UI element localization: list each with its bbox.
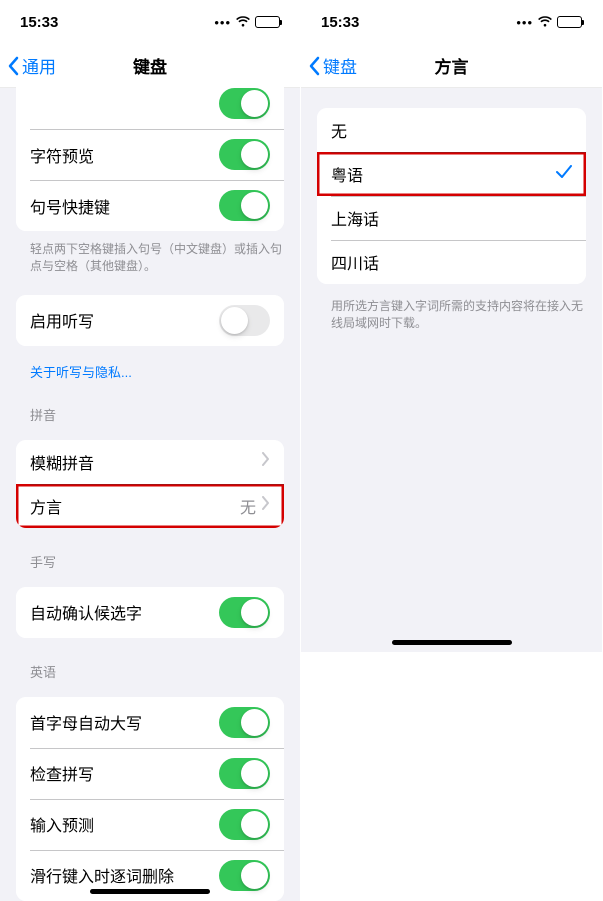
row-label: 方言	[30, 494, 240, 518]
group-header-english: 英语	[0, 648, 300, 687]
left-phone-screen: 15:33 ••• 通用 键盘 字符预览 句号快捷键	[0, 0, 301, 901]
cellular-dots-icon: •••	[516, 15, 533, 30]
dialect-option-sichuanese[interactable]: 四川话	[317, 240, 586, 284]
toggle-switch[interactable]	[219, 305, 270, 336]
settings-content: 字符预览 句号快捷键 轻点两下空格键插入句号（中文键盘）或插入句点与空格（其他键…	[0, 78, 300, 901]
back-label: 键盘	[323, 53, 357, 78]
status-icons: •••	[214, 15, 280, 30]
row-value: 无	[240, 494, 256, 518]
cellular-dots-icon: •••	[214, 15, 231, 30]
toggle-switch[interactable]	[219, 88, 270, 119]
status-icons: •••	[516, 15, 582, 30]
row-label: 滑行键入时逐词删除	[30, 863, 219, 887]
dialect-option-none[interactable]: 无	[317, 108, 586, 152]
wifi-icon	[537, 16, 553, 28]
footnote: 用所选方言键入字词所需的支持内容将在接入无线局域网时下载。	[301, 292, 602, 342]
period-shortcut-row[interactable]: 句号快捷键	[16, 180, 284, 231]
row-label: 输入预测	[30, 812, 219, 836]
right-phone-screen: 15:33 ••• 键盘 方言 无 粤语 上海话 四川话	[301, 0, 602, 652]
back-label: 通用	[22, 53, 56, 78]
footnote: 轻点两下空格键插入句号（中文键盘）或插入句点与空格（其他键盘）。	[0, 235, 300, 285]
toggle-switch[interactable]	[219, 597, 270, 628]
status-bar: 15:33 •••	[0, 0, 300, 44]
char-preview-row[interactable]: 字符预览	[16, 129, 284, 180]
chevron-left-icon	[309, 56, 321, 76]
option-label: 上海话	[331, 206, 572, 230]
dialect-row[interactable]: 方言 无	[16, 484, 284, 528]
dialect-content: 无 粤语 上海话 四川话 用所选方言键入字词所需的支持内容将在接入无线局域网时下…	[301, 88, 602, 652]
toggle-switch[interactable]	[219, 809, 270, 840]
battery-icon	[255, 16, 280, 28]
group-header-pinyin: 拼音	[0, 391, 300, 430]
dialect-option-cantonese[interactable]: 粤语	[317, 152, 586, 196]
page-title: 键盘	[133, 53, 167, 78]
dictation-row[interactable]: 启用听写	[16, 295, 284, 346]
nav-bar: 键盘 方言	[301, 44, 602, 88]
wifi-icon	[235, 16, 251, 28]
chevron-right-icon	[262, 452, 270, 471]
option-label: 粤语	[331, 162, 556, 186]
home-indicator[interactable]	[90, 889, 210, 894]
prediction-row[interactable]: 输入预测	[16, 799, 284, 850]
privacy-link[interactable]: 关于听写与隐私...	[0, 356, 300, 391]
check-icon	[556, 165, 572, 184]
battery-icon	[557, 16, 582, 28]
toggle-switch[interactable]	[219, 707, 270, 738]
option-label: 四川话	[331, 250, 572, 274]
chevron-right-icon	[262, 496, 270, 515]
toggle-switch[interactable]	[219, 758, 270, 789]
option-label: 无	[331, 118, 572, 142]
auto-confirm-row[interactable]: 自动确认候选字	[16, 587, 284, 638]
row-label: 启用听写	[30, 308, 219, 332]
status-time: 15:33	[20, 14, 58, 31]
group-header-handwrite: 手写	[0, 538, 300, 577]
status-bar: 15:33 •••	[301, 0, 602, 44]
row-label: 检查拼写	[30, 761, 219, 785]
row-label: 自动确认候选字	[30, 600, 219, 624]
chevron-left-icon	[8, 56, 20, 76]
spell-check-row[interactable]: 检查拼写	[16, 748, 284, 799]
back-button[interactable]: 通用	[8, 53, 56, 78]
home-indicator[interactable]	[392, 640, 512, 645]
row-label: 首字母自动大写	[30, 710, 219, 734]
row-label: 模糊拼音	[30, 450, 262, 474]
status-time: 15:33	[321, 14, 359, 31]
row-label: 字符预览	[30, 143, 219, 167]
toggle-switch[interactable]	[219, 190, 270, 221]
partial-row[interactable]	[16, 78, 284, 129]
fuzzy-pinyin-row[interactable]: 模糊拼音	[16, 440, 284, 484]
toggle-switch[interactable]	[219, 139, 270, 170]
row-label: 句号快捷键	[30, 194, 219, 218]
back-button[interactable]: 键盘	[309, 53, 357, 78]
page-title: 方言	[435, 53, 469, 78]
dialect-option-shanghainese[interactable]: 上海话	[317, 196, 586, 240]
auto-cap-row[interactable]: 首字母自动大写	[16, 697, 284, 748]
toggle-switch[interactable]	[219, 860, 270, 891]
